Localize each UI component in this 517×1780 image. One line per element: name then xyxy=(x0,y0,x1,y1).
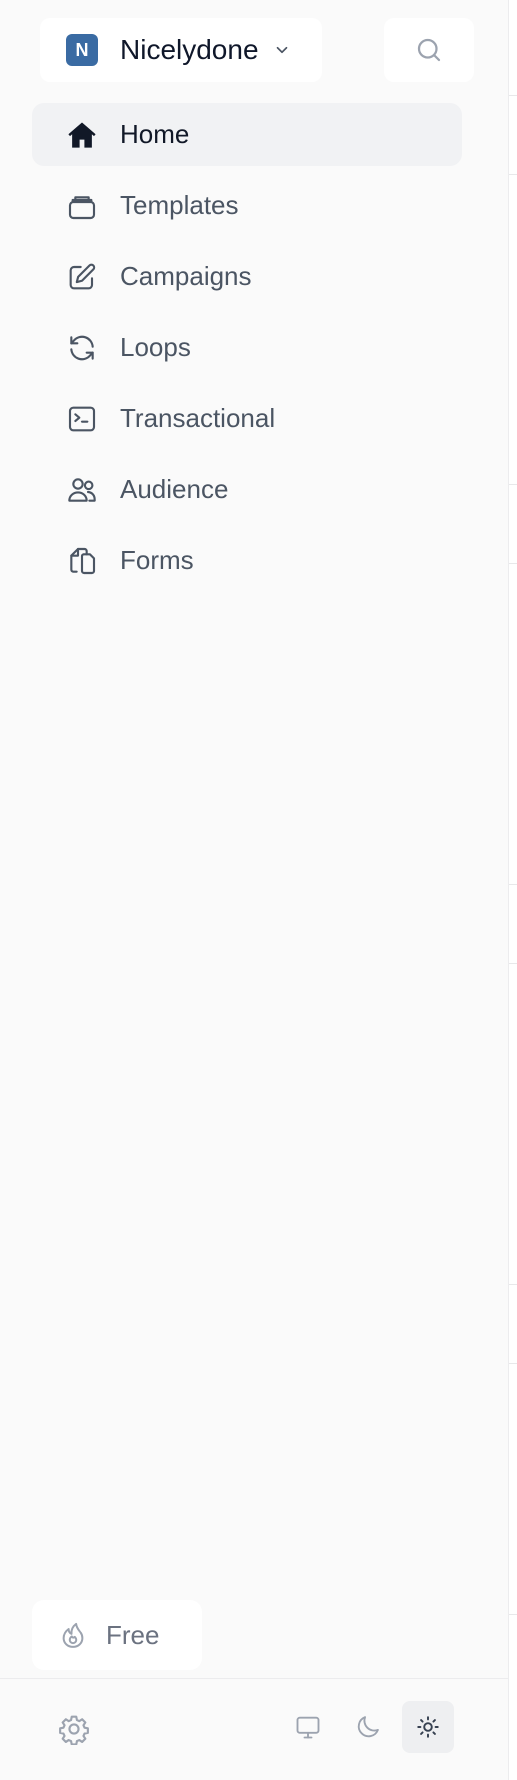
main-content-edge xyxy=(508,0,517,1780)
theme-light-button[interactable] xyxy=(402,1701,454,1753)
terminal-icon xyxy=(68,406,96,431)
theme-dark-button[interactable] xyxy=(342,1701,394,1753)
nav-label-campaigns: Campaigns xyxy=(120,261,252,291)
nav-item-transactional[interactable]: Transactional xyxy=(32,387,462,450)
monitor-icon xyxy=(296,1716,320,1739)
gear-icon xyxy=(59,1715,89,1745)
flame-icon xyxy=(62,1622,84,1648)
refresh-icon xyxy=(70,335,94,360)
nav-item-loops[interactable]: Loops xyxy=(32,316,462,379)
chevron-down-icon xyxy=(276,46,287,54)
plan-badge[interactable]: Free xyxy=(32,1600,202,1670)
nav-label-loops: Loops xyxy=(120,332,191,362)
workspace-avatar: N xyxy=(66,34,98,66)
workspace-switcher[interactable]: N Nicelydone xyxy=(40,18,322,82)
search-icon xyxy=(417,38,441,62)
nav-item-audience[interactable]: Audience xyxy=(32,458,462,521)
plan-label: Free xyxy=(106,1619,160,1650)
nav-label-home: Home xyxy=(120,119,190,149)
nav-item-home[interactable]: Home xyxy=(32,103,462,166)
nav-label-audience: Audience xyxy=(120,474,229,504)
divider xyxy=(509,174,517,175)
divider xyxy=(509,963,517,964)
sun-icon xyxy=(417,1716,439,1738)
nav-label-templates: Templates xyxy=(120,190,239,220)
divider xyxy=(509,484,517,485)
users-icon xyxy=(68,477,96,502)
divider xyxy=(509,1363,517,1364)
nav-item-forms[interactable]: Forms xyxy=(32,529,462,592)
divider xyxy=(509,95,517,96)
divider xyxy=(509,1614,517,1615)
moon-icon xyxy=(357,1716,379,1738)
templates-icon xyxy=(68,195,96,219)
nav-item-templates[interactable]: Templates xyxy=(32,174,462,237)
nav-label-forms: Forms xyxy=(120,545,194,575)
settings-button[interactable] xyxy=(56,1711,92,1747)
documents-icon xyxy=(70,547,96,574)
search-button[interactable] xyxy=(384,18,474,82)
home-icon xyxy=(68,121,96,148)
sidebar: N Nicelydone Home Templates Campaigns Lo… xyxy=(0,0,508,1780)
theme-system-button[interactable] xyxy=(282,1701,334,1753)
main-nav: Home Templates Campaigns Loops Transacti… xyxy=(32,103,462,600)
nav-item-campaigns[interactable]: Campaigns xyxy=(32,245,462,308)
divider xyxy=(509,563,517,564)
pencil-square-icon xyxy=(69,263,96,289)
workspace-name: Nicelydone xyxy=(120,34,259,65)
divider xyxy=(509,1284,517,1285)
nav-label-transactional: Transactional xyxy=(120,403,276,433)
sidebar-footer xyxy=(0,1678,508,1780)
divider xyxy=(509,884,517,885)
